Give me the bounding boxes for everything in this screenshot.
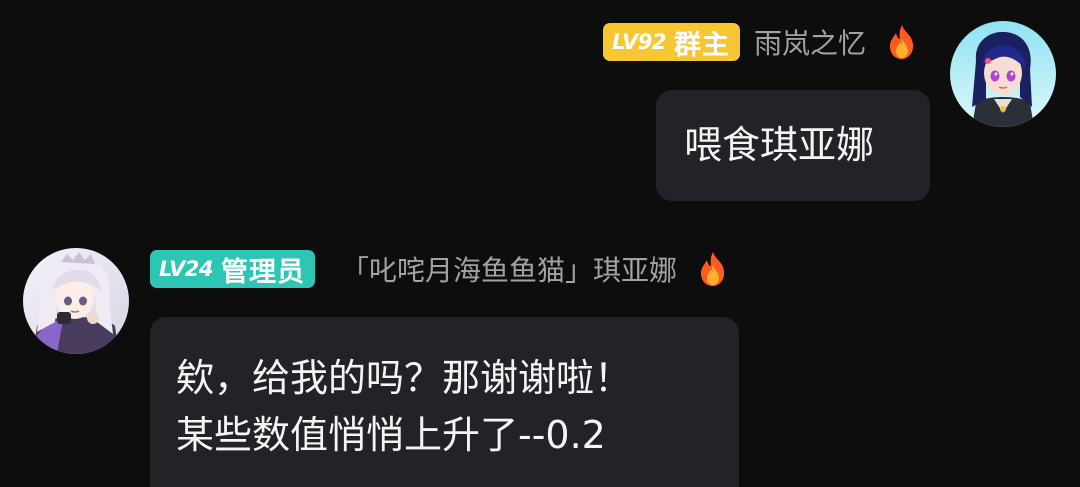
badge-role: 管理员 — [220, 256, 305, 288]
message-text-line: 喂食琪亚娜 — [684, 123, 875, 167]
fire-icon — [886, 24, 918, 60]
chat-screen: LV92 群主 雨岚之忆 喂食琪亚娜 LV24 管理员 「叱咤月海鱼鱼猫」琪亚娜… — [0, 0, 1080, 487]
fire-icon — [697, 251, 729, 287]
badge-role: 群主 — [673, 29, 730, 61]
badge-level: LV92 — [612, 30, 666, 54]
anime-girl-avatar-white-hair — [23, 248, 129, 354]
sender-name[interactable]: 雨岚之忆 — [754, 22, 866, 62]
anime-girl-avatar-blue-hair — [950, 21, 1056, 127]
message-header-other: LV24 管理员 「叱咤月海鱼鱼猫」琪亚娜 — [150, 249, 729, 289]
message-bubble-other[interactable]: 欸，给我的吗？那谢谢啦！ 某些数值悄悄上升了--0.2 — [150, 317, 739, 487]
message-header-self: LV92 群主 雨岚之忆 — [603, 22, 918, 62]
message-text-line: 欸，给我的吗？那谢谢啦！ — [176, 356, 633, 400]
sender-name[interactable]: 「叱咤月海鱼鱼猫」琪亚娜 — [341, 249, 677, 289]
message-text-line: 某些数值悄悄上升了--0.2 — [176, 413, 606, 457]
avatar[interactable] — [950, 21, 1056, 127]
message-bubble-self[interactable]: 喂食琪亚娜 — [656, 90, 930, 201]
badge-level: LV24 — [159, 257, 213, 281]
owner-level-badge: LV92 群主 — [603, 23, 740, 61]
admin-level-badge: LV24 管理员 — [150, 250, 315, 288]
avatar[interactable] — [23, 248, 129, 354]
